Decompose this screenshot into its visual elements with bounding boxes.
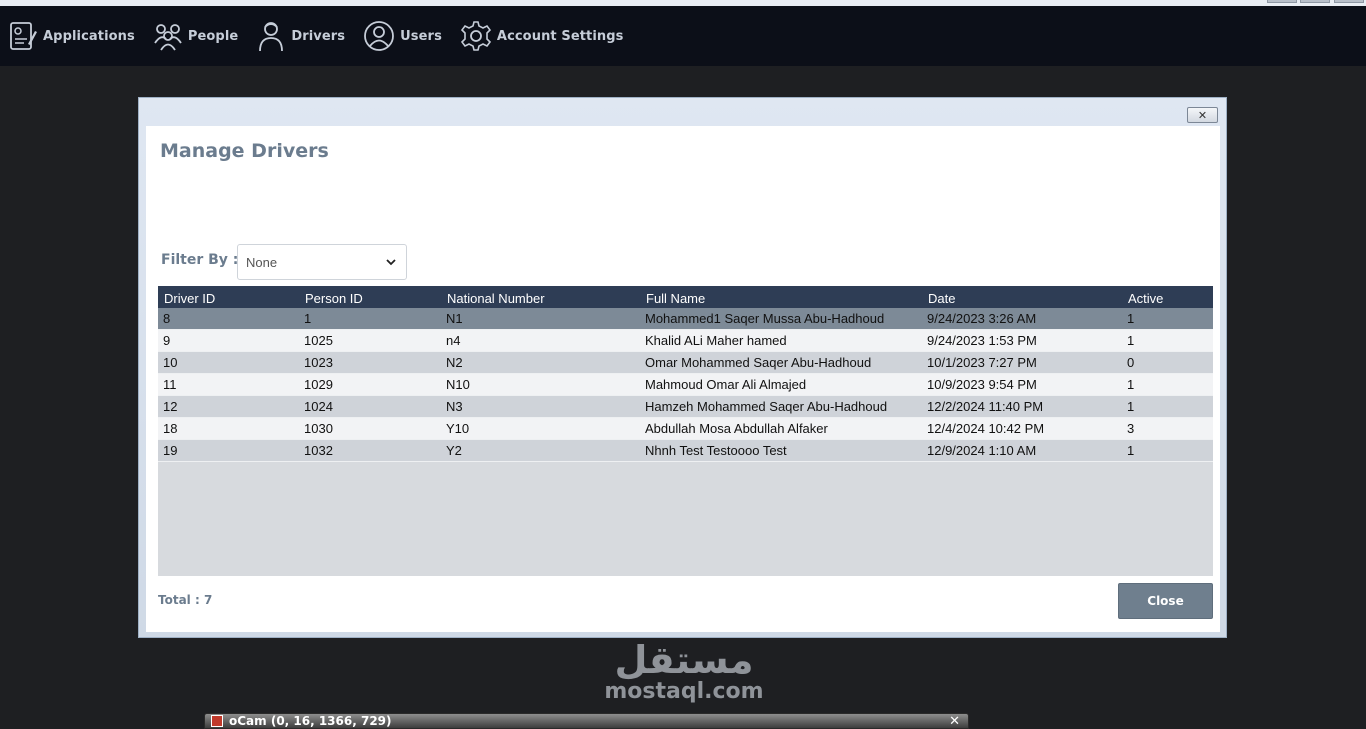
user-icon [364,21,395,51]
chevron-down-icon [386,259,396,266]
table-cell: 1 [1127,377,1135,392]
menu-item-people[interactable]: People [153,16,238,56]
column-header[interactable]: Driver ID [158,291,299,308]
maximize-button[interactable] [1300,0,1330,3]
table-cell: Mahmoud Omar Ali Almajed [645,377,807,392]
table-cell: 1 [1127,333,1135,348]
driver-icon [259,22,284,52]
column-header[interactable]: Date [922,291,1122,308]
column-header[interactable]: Active [1122,291,1213,308]
table-cell: 1030 [304,421,333,436]
column-header[interactable]: National Number [441,291,640,308]
table-cell: 1 [304,311,312,326]
table-cell: 1024 [304,399,333,414]
column-header[interactable]: Full Name [640,291,922,308]
applications-icon [10,22,37,50]
menu-item-account-settings[interactable]: Account Settings [460,16,624,56]
table-cell: Omar Mohammed Saqer Abu-Hadhoud [645,355,872,370]
people-icon [154,24,182,51]
table-cell: Y2 [446,443,462,458]
filter-by-label: Filter By : [161,252,239,268]
table-cell: 1 [1127,399,1135,414]
menu-item-label: Account Settings [496,28,624,44]
menu-item-drivers[interactable]: Drivers [256,16,345,56]
table-cell: 10 [163,355,178,370]
table-cell: 1025 [304,333,333,348]
ocam-close-icon[interactable]: ✕ [949,714,960,729]
table-cell: 1029 [304,377,333,392]
table-cell: 1023 [304,355,333,370]
total-count: Total : 7 [158,593,213,607]
dialog-body: Manage Drivers Filter By : None Driver I… [146,126,1220,632]
dialog-close-x-button[interactable]: ✕ [1187,107,1218,123]
table-row[interactable]: 18 1030 Y10 Abdullah Mosa Abdullah Alfaker 1… [158,418,1213,440]
table-cell: 11 [163,377,177,392]
table-cell: Y10 [446,421,470,436]
table-cell: 12/2/2024 11:40 PM [927,399,1044,414]
table-row[interactable]: 11 1029 N10 Mahmoud Omar Ali Almajed 10/9/20… [158,374,1213,396]
table-cell: 10/1/2023 7:27 PM [927,355,1037,370]
page-title: Manage Drivers [160,140,329,162]
ocam-title: oCam (0, 16, 1366, 729) [229,714,392,728]
table-cell: Khalid ALi Maher hamed [645,333,787,348]
table-header: Driver ID Person ID National Number Full… [158,286,1213,308]
manage-drivers-dialog: ✕ Manage Drivers Filter By : None Driver… [138,97,1227,638]
table-cell: 1032 [304,443,333,458]
table-cell: n4 [446,333,461,348]
menu-item-label: Applications [43,28,135,44]
filter-selected-value: None [246,254,278,270]
close-button[interactable]: Close [1118,583,1213,619]
menu-item-label: Drivers [291,28,346,44]
table-cell: N1 [446,311,463,326]
table-cell: 10/9/2023 9:54 PM [927,377,1037,392]
table-row[interactable]: 10 1023 N2 Omar Mohammed Saqer Abu-Hadhoud 1… [158,352,1213,374]
table-body: 8 1 N1 Mohammed1 Saqer Mussa Abu-Hadhoud 9/2… [158,308,1213,462]
menu-item-applications[interactable]: Applications [8,16,135,56]
table-cell: 19 [163,443,178,458]
table-row[interactable]: 8 1 N1 Mohammed1 Saqer Mussa Abu-Hadhoud 9/2… [158,308,1213,330]
menu-item-label: People [187,28,239,44]
table-cell: N10 [446,377,470,392]
table-cell: Nhnh Test Testoooo Test [645,443,787,458]
table-cell: 9/24/2023 3:26 AM [927,311,1037,326]
menu-item-label: Users [400,28,442,44]
watermark-logo: مستقل mostaql.com [598,636,770,716]
table-cell: Hamzeh Mohammed Saqer Abu-Hadhoud [645,399,888,414]
table-cell: N2 [446,355,463,370]
filter-by-dropdown[interactable]: None [237,244,407,280]
ocam-recorder-bar[interactable]: oCam (0, 16, 1366, 729) ✕ [204,713,969,729]
minimize-button[interactable] [1267,0,1297,3]
table-cell: N3 [446,399,463,414]
drivers-table[interactable]: Driver ID Person ID National Number Full… [158,286,1213,576]
table-cell: 8 [163,311,171,326]
column-header[interactable]: Person ID [299,291,441,308]
table-cell: 12/9/2024 1:10 AM [927,443,1037,458]
table-cell: 1 [1127,311,1135,326]
table-row[interactable]: 12 1024 N3 Hamzeh Mohammed Saqer Abu-Hadhou… [158,396,1213,418]
table-cell: Abdullah Mosa Abdullah Alfaker [645,421,828,436]
table-cell: 3 [1127,421,1135,436]
table-row[interactable]: 19 1032 Y2 Nhnh Test Testoooo Test 12/9/2024… [158,440,1213,462]
table-cell: 0 [1127,355,1135,370]
table-cell: 9/24/2023 1:53 PM [927,333,1037,348]
table-cell: Mohammed1 Saqer Mussa Abu-Hadhoud [645,311,885,326]
gear-icon [460,21,491,51]
window-close-button[interactable] [1334,0,1364,3]
menu-item-users[interactable]: Users [363,16,442,56]
table-cell: 9 [163,333,171,348]
table-cell: 18 [163,421,178,436]
main-menu-bar: Applications People Drivers Users Accoun… [0,6,1366,66]
watermark-latin: mostaql.com [604,679,764,704]
watermark-arabic: مستقل [614,638,754,682]
table-cell: 12/4/2024 10:42 PM [927,421,1045,436]
ocam-icon [211,715,223,727]
table-cell: 1 [1127,443,1135,458]
table-row[interactable]: 9 1025 n4 Khalid ALi Maher hamed 9/24/2023 1… [158,330,1213,352]
table-cell: 12 [163,399,178,414]
